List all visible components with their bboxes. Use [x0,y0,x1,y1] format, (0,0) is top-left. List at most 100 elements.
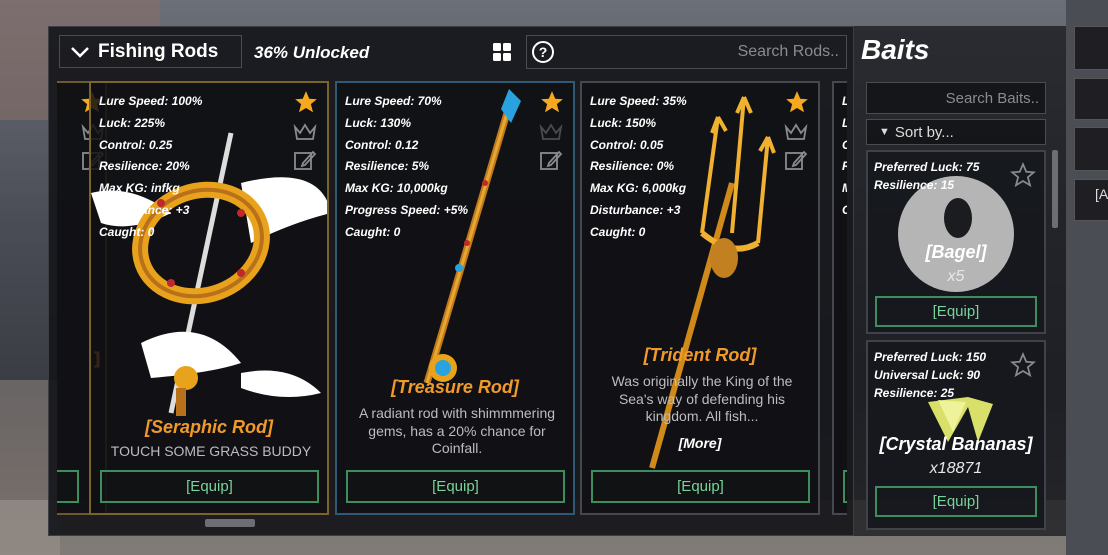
stat-resilience: Resilience: 0% [590,159,675,174]
stat-max-kg: Max KG: infkg [99,181,180,196]
category-dropdown[interactable]: Fishing Rods [59,35,242,68]
star-icon[interactable] [784,89,810,115]
equip-button[interactable]: [Equip] [875,296,1037,327]
stat-fragment: Lu [842,113,847,135]
bait-stats: Preferred Luck: 75 Resilience: 15 [874,158,979,194]
rods-carousel[interactable]: ] Lure Speed: 100% Luck: 225% Con [57,81,847,521]
stat-max-kg: Max KG: 10,000kg [345,181,448,196]
unlocked-percentage: 36% Unlocked [254,43,370,62]
bait-stats: Preferred Luck: 150 Universal Luck: 90 R… [874,348,986,402]
more-link[interactable]: [More] [582,435,818,451]
star-icon[interactable] [293,89,319,115]
rod-description: Was originally the King of the Sea's way… [611,373,793,424]
bait-name: [Crystal Bananas] [879,434,1033,454]
rod-description: TOUCH SOME GRASS BUDDY [110,443,312,459]
stat-fragment: Lu [842,91,847,113]
edit-icon[interactable] [784,149,808,173]
side-button-label: [A [1095,186,1108,202]
search-baits-box [866,82,1046,114]
star-icon[interactable] [1010,162,1036,188]
search-baits-input[interactable] [867,83,1045,113]
stat-caught: Caught: 0 [99,224,155,239]
dropdown-label: Fishing Rods [98,40,219,62]
stat-resilience: Resilience: 5% [345,159,430,174]
stat-luck: Luck: 225% [99,115,166,130]
rod-stats: Lure Speed: 70% Luck: 130% Control: 0.12… [345,91,468,244]
stat-disturbance: Disturbance: +3 [99,202,190,217]
stat-caught: Caught: 0 [590,224,646,239]
rod-description: A radiant rod with shimmmering gems, has… [358,405,556,456]
baits-title: Baits [861,34,930,65]
stat-control: Control: 0.05 [590,137,664,152]
rod-action-icons [784,89,810,179]
rod-card-trident[interactable]: Lure Speed: 35% Luck: 150% Control: 0.05… [580,81,820,515]
bait-quantity: x5 [947,268,965,285]
stat-resilience: Resilience: 25 [874,386,955,400]
star-icon[interactable] [539,89,565,115]
svg-text:?: ? [539,44,548,60]
equip-button[interactable]: [Equip] [346,470,565,503]
crown-icon[interactable] [293,121,317,143]
stat-universal-luck: Universal Luck: 90 [874,368,981,382]
search-rods-input[interactable] [587,36,845,68]
rod-card-partial-right[interactable]: Lu Lu Co Re M Co [832,81,847,515]
stat-progress-speed: Progress Speed: +5% [345,202,469,217]
rod-card-seraphic[interactable]: Lure Speed: 100% Luck: 225% Control: 0.2… [89,81,329,515]
stat-control: Control: 0.12 [345,137,419,152]
stat-preferred-luck: Preferred Luck: 75 [874,160,980,174]
rod-name: [Trident Rod] [643,345,757,365]
stat-fragment: Co [842,135,847,157]
equip-button[interactable] [843,470,847,503]
stat-resilience: Resilience: 15 [874,178,955,192]
sort-by-label: Sort by... [894,123,954,141]
equip-button[interactable]: [Equip] [591,470,810,503]
crown-icon[interactable] [784,121,808,143]
stat-control: Control: 0.25 [99,137,173,152]
stat-max-kg: Max KG: 6,000kg [590,181,687,196]
sort-triangle-icon: ▼ [879,126,890,138]
rod-stats: Lure Speed: 100% Luck: 225% Control: 0.2… [99,91,202,244]
stat-luck: Luck: 150% [590,115,657,130]
stat-luck: Luck: 130% [345,115,412,130]
equip-button[interactable]: [Equip] [100,470,319,503]
side-button-1[interactable] [1074,26,1108,70]
crown-icon[interactable] [539,121,563,143]
rod-stats: Lure Speed: 35% Luck: 150% Control: 0.05… [590,91,687,244]
help-icon[interactable]: ? [531,40,555,64]
stat-fragment: Co [842,200,847,222]
side-button-3[interactable] [1074,127,1108,171]
horizontal-scrollbar[interactable] [205,519,255,527]
stat-resilience: Resilience: 20% [99,159,190,174]
sort-by-dropdown[interactable]: ▼ Sort by... [866,119,1046,145]
stat-preferred-luck: Preferred Luck: 150 [874,350,987,364]
side-button-4[interactable]: [A [1074,179,1108,221]
equip-button[interactable] [57,470,79,503]
search-rods-box [526,35,847,69]
rod-action-icons [539,89,565,179]
star-icon[interactable] [1010,352,1036,378]
rod-card-treasure[interactable]: Lure Speed: 70% Luck: 130% Control: 0.12… [335,81,575,515]
bait-name: [Bagel] [925,242,987,262]
edit-icon[interactable] [539,149,563,173]
edit-icon[interactable] [293,149,317,173]
equip-button[interactable]: [Equip] [875,486,1037,517]
stat-lure-speed: Lure Speed: 35% [590,94,687,108]
chevron-down-icon [71,46,89,58]
stat-fragment: Re [842,156,847,178]
stat-fragment: M [842,178,847,200]
bait-quantity: x18871 [929,460,983,477]
rod-name: [Seraphic Rod] [144,417,273,437]
bait-card-bagel[interactable]: Preferred Luck: 75 Resilience: 15 [Bagel… [866,150,1046,334]
rod-name: [Treasure Rod] [391,377,519,397]
bait-card-crystal-bananas[interactable]: Preferred Luck: 150 Universal Luck: 90 R… [866,340,1046,530]
rod-action-icons [293,89,319,179]
stat-lure-speed: Lure Speed: 100% [99,94,203,108]
rods-header: Fishing Rods 36% Unlocked ? [49,27,855,79]
baits-scrollbar[interactable] [1052,150,1058,228]
stat-caught: Caught: 0 [345,224,401,239]
fishing-rods-panel: Fishing Rods 36% Unlocked ? [48,26,854,536]
stat-disturbance: Disturbance: +3 [590,202,681,217]
grid-icon[interactable] [492,42,512,62]
rod-stats-partial: Lu Lu Co Re M Co [842,91,847,222]
side-button-2[interactable] [1074,78,1108,120]
